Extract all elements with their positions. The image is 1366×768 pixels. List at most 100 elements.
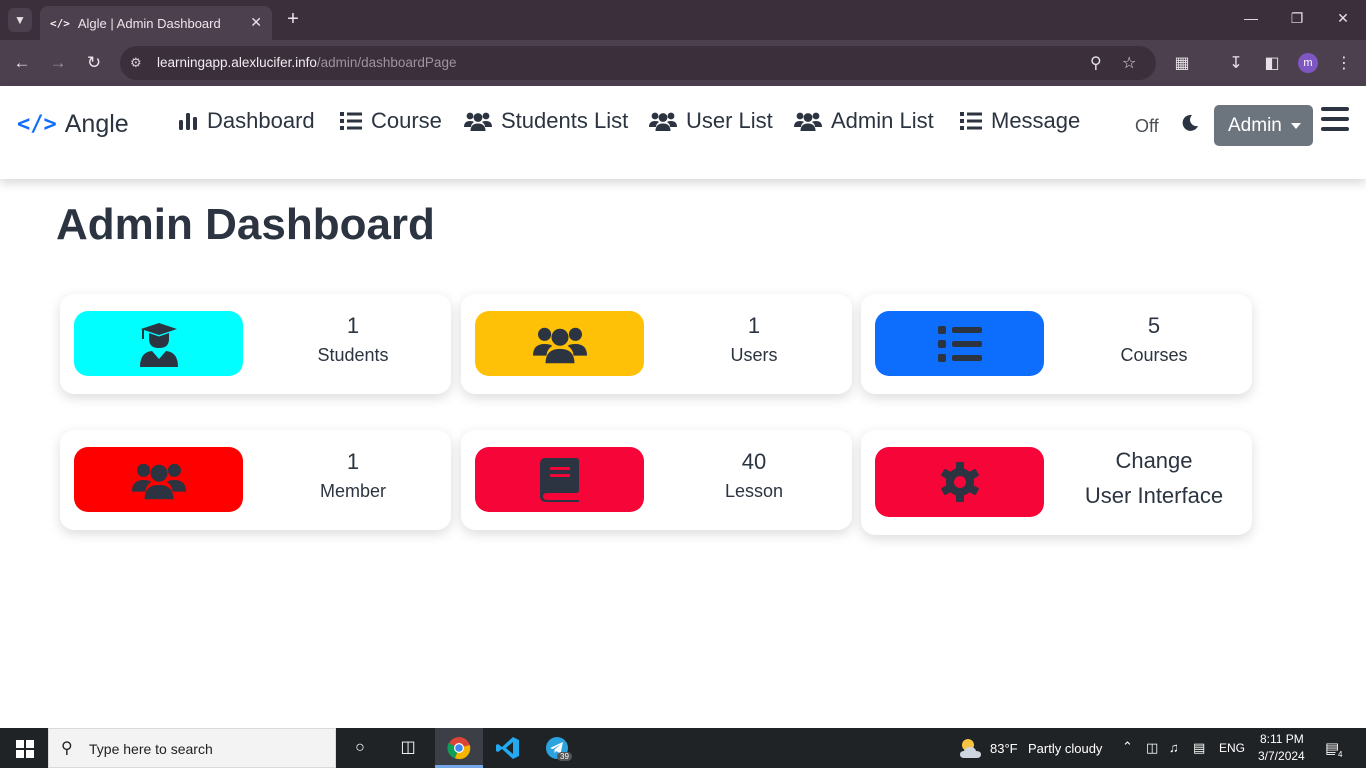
stat-label: Member: [319, 481, 386, 501]
tab-favicon: </>: [50, 16, 70, 30]
stat-icon-box: [875, 447, 1044, 517]
stat-label: Users: [730, 345, 778, 365]
weather-partly-cloudy-icon[interactable]: [958, 736, 984, 760]
stat-label: Students: [317, 345, 389, 365]
stat-info: 1 Member: [255, 447, 451, 502]
nav-course-label: Course: [371, 108, 442, 133]
nav-user-list[interactable]: User List: [649, 108, 773, 134]
tab-search-button[interactable]: ▼: [8, 8, 32, 32]
stat-value: 5: [1147, 313, 1161, 338]
stat-card-students[interactable]: 1 Students: [60, 294, 451, 394]
site-settings-icon[interactable]: ⚙: [130, 55, 142, 71]
stat-label: Courses: [1120, 345, 1188, 365]
hamburger-menu-icon[interactable]: [1321, 107, 1349, 137]
admin-dropdown-button[interactable]: Admin: [1214, 105, 1313, 146]
battery-icon[interactable]: ◫: [1146, 740, 1158, 756]
weather-temp[interactable]: 83°F: [990, 741, 1018, 756]
app-navbar: </> Angle Dashboard Course Students List…: [0, 86, 1366, 179]
stat-info: 1 Users: [656, 311, 852, 366]
list-icon: [340, 112, 362, 130]
stat-label-line1: Change: [1115, 448, 1193, 473]
users-icon: [794, 112, 822, 131]
windows-start-icon[interactable]: [16, 740, 34, 758]
nav-admin-list[interactable]: Admin List: [794, 108, 934, 134]
back-icon[interactable]: ←: [11, 52, 33, 74]
nav-message[interactable]: Message: [960, 108, 1080, 134]
task-view-icon[interactable]: ◫: [396, 736, 420, 760]
search-icon: ⚲: [61, 740, 73, 757]
profile-avatar[interactable]: m: [1298, 53, 1318, 73]
cortana-icon[interactable]: ○: [348, 736, 372, 760]
browser-toolbar: ← → ↻ ⚙ learningapp.alexlucifer.info/adm…: [0, 40, 1366, 86]
users-icon: [649, 112, 677, 131]
stat-card-users[interactable]: 1 Users: [461, 294, 852, 394]
stat-card-courses[interactable]: 5 Courses: [861, 294, 1252, 394]
nav-admin-list-label: Admin List: [831, 108, 934, 133]
code-icon: </>: [17, 112, 57, 137]
reload-icon[interactable]: ↻: [83, 52, 105, 74]
stat-icon-box: [475, 447, 644, 512]
chrome-icon: [447, 737, 471, 760]
caret-down-icon: [1290, 122, 1301, 129]
stat-icon-box: [74, 311, 243, 376]
graduate-icon: [139, 322, 178, 367]
stat-card-lesson[interactable]: 40 Lesson: [461, 430, 852, 530]
users-icon: [464, 112, 492, 131]
nav-message-label: Message: [991, 108, 1081, 133]
stat-card-change-ui[interactable]: Change User Interface: [861, 430, 1252, 535]
stat-value: 1: [747, 313, 761, 338]
taskbar-search[interactable]: ⚲ Type here to search: [48, 728, 336, 768]
page-title: Admin Dashboard: [56, 200, 435, 249]
stat-info: 40 Lesson: [656, 447, 852, 502]
url-text: learningapp.alexlucifer.info/admin/dashb…: [157, 55, 457, 70]
side-panel-icon[interactable]: ◧: [1262, 53, 1282, 73]
moon-icon[interactable]: [1181, 114, 1199, 132]
nav-students-list[interactable]: Students List: [464, 108, 628, 134]
stat-label: Lesson: [724, 481, 784, 501]
menu-kebab-icon[interactable]: ⋮: [1334, 53, 1354, 73]
windows-taskbar: ⚲ Type here to search ○ ◫ 39 83°F Partly…: [0, 728, 1366, 768]
theme-toggle-label[interactable]: Off: [1135, 116, 1159, 137]
minimize-icon[interactable]: —: [1241, 10, 1261, 26]
stat-value: 40: [741, 449, 767, 474]
list-icon: [960, 112, 982, 130]
taskbar-search-placeholder: Type here to search: [89, 741, 213, 757]
language-indicator[interactable]: ENG: [1219, 741, 1245, 755]
zoom-icon[interactable]: ⚲: [1090, 53, 1102, 73]
tray-chevron-up-icon[interactable]: ⌃: [1122, 739, 1133, 755]
gear-icon: [940, 462, 979, 502]
nav-students-list-label: Students List: [501, 108, 629, 133]
new-tab-button[interactable]: +: [282, 8, 304, 30]
vscode-icon[interactable]: [496, 736, 520, 760]
bar-chart-icon: [179, 113, 197, 130]
taskbar-chrome[interactable]: [435, 728, 483, 768]
telegram-badge: 39: [557, 752, 572, 761]
clock-date[interactable]: 3/7/2024: [1258, 749, 1305, 763]
stat-value: 1: [346, 313, 360, 338]
users-icon: [131, 463, 186, 499]
network-icon[interactable]: ▤: [1193, 740, 1205, 756]
stat-card-member[interactable]: 1 Member: [60, 430, 451, 530]
list-icon: [937, 325, 982, 362]
address-bar[interactable]: ⚙ learningapp.alexlucifer.info/admin/das…: [120, 46, 1156, 80]
tab-close-icon[interactable]: ✕: [250, 14, 262, 31]
window-close-icon[interactable]: ✕: [1333, 10, 1353, 27]
stat-value: 1: [346, 449, 360, 474]
volume-icon[interactable]: ♫: [1169, 740, 1179, 755]
stat-icon-box: [475, 311, 644, 376]
clock-time[interactable]: 8:11 PM: [1260, 732, 1304, 746]
weather-desc[interactable]: Partly cloudy: [1028, 741, 1102, 756]
extensions-icon[interactable]: ▦: [1172, 53, 1192, 73]
brand-logo[interactable]: </> Angle: [17, 110, 129, 139]
forward-icon[interactable]: →: [47, 52, 69, 74]
notification-count: 4: [1335, 750, 1346, 759]
stat-icon-box: [74, 447, 243, 512]
download-icon[interactable]: ↧: [1226, 53, 1246, 73]
restore-icon[interactable]: ❐: [1287, 10, 1307, 27]
bookmark-star-icon[interactable]: ☆: [1122, 53, 1136, 73]
nav-course[interactable]: Course: [340, 108, 442, 134]
browser-tab[interactable]: </> Algle | Admin Dashboard ✕: [40, 6, 272, 40]
browser-tabstrip: ▼ </> Algle | Admin Dashboard ✕ + — ❐ ✕: [0, 0, 1366, 40]
users-icon: [532, 327, 587, 363]
nav-dashboard[interactable]: Dashboard: [178, 108, 315, 134]
